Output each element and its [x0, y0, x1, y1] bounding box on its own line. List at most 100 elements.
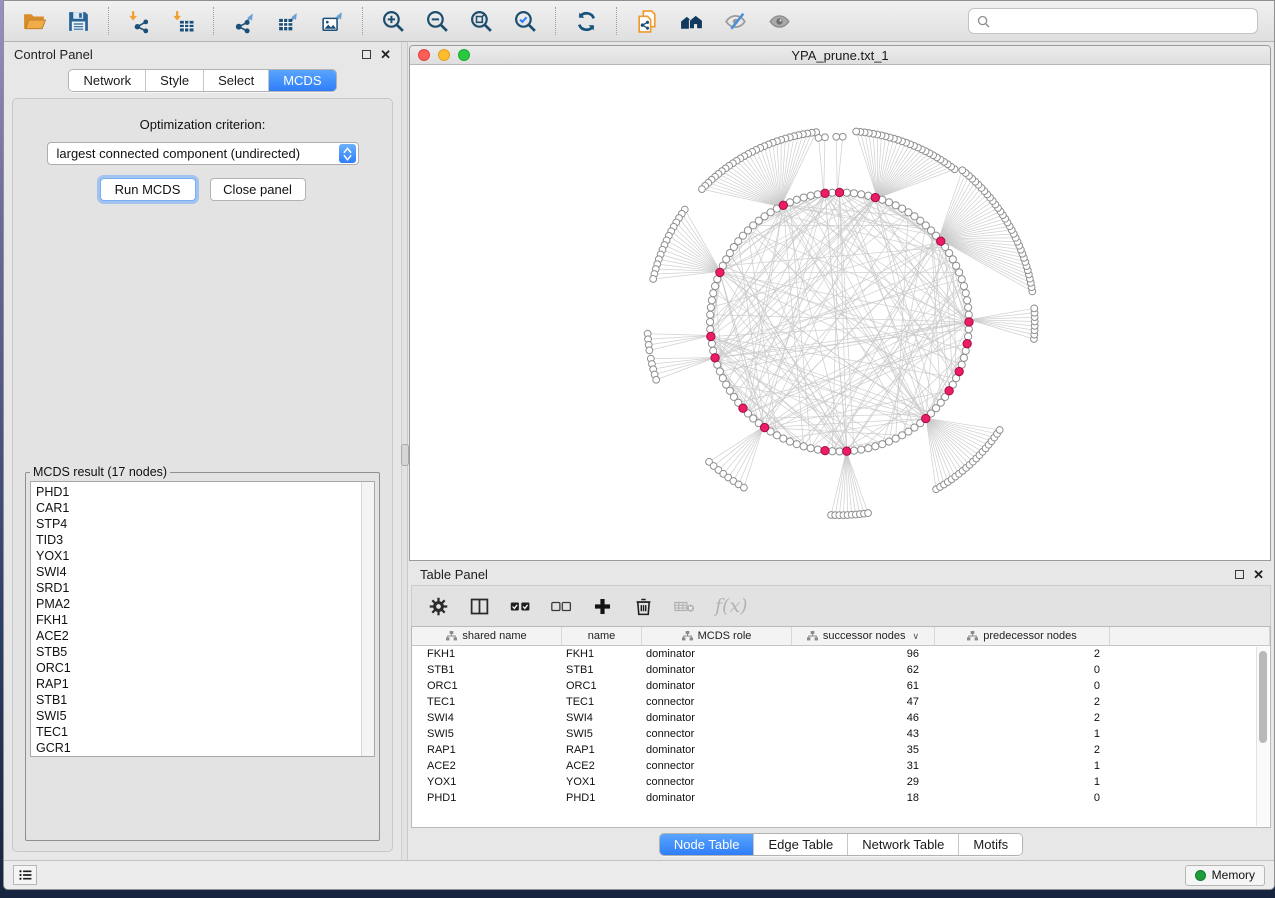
mcds-result-item[interactable]: YOX1 [36, 548, 374, 564]
table-cell: 2 [935, 648, 1110, 660]
refresh-icon [574, 9, 599, 34]
export-network-button[interactable] [224, 5, 264, 37]
open-session-button[interactable] [14, 5, 54, 37]
zoom-selected-button[interactable] [505, 5, 545, 37]
mcds-result-item[interactable]: SRD1 [36, 580, 374, 596]
network-canvas[interactable] [410, 65, 1270, 560]
network-window-titlebar[interactable]: YPA_prune.txt_1 [410, 46, 1270, 65]
float-panel-icon[interactable] [362, 50, 371, 59]
mcds-result-item[interactable]: STB1 [36, 692, 374, 708]
mcds-result-item[interactable]: SWI4 [36, 564, 374, 580]
function-builder-button[interactable]: f(x) [715, 595, 748, 617]
run-mcds-button[interactable]: Run MCDS [100, 178, 196, 201]
table-cell: 2 [935, 712, 1110, 724]
table-row[interactable]: FKH1FKH1dominator962 [412, 646, 1270, 662]
mcds-result-item[interactable]: STB5 [36, 644, 374, 660]
show-columns-button[interactable] [469, 596, 490, 617]
refresh-view-button[interactable] [566, 5, 606, 37]
table-settings-button[interactable] [428, 596, 449, 617]
network-view-window: YPA_prune.txt_1 [409, 45, 1271, 561]
tab-select[interactable]: Select [203, 70, 268, 91]
export-network-icon [232, 9, 257, 34]
table-row[interactable]: RAP1RAP1dominator352 [412, 742, 1270, 758]
mcds-list-scrollbar[interactable] [361, 482, 374, 756]
import-table-button[interactable] [163, 5, 203, 37]
mcds-result-item[interactable]: TEC1 [36, 724, 374, 740]
search-input[interactable] [996, 13, 1249, 29]
mcds-result-list[interactable]: PHD1CAR1STP4TID3YOX1SWI4SRD1PMA2FKH1ACE2… [30, 481, 375, 757]
unselect-all-columns-button[interactable] [551, 596, 572, 617]
mcds-result-item[interactable]: STP4 [36, 516, 374, 532]
control-panel-title: Control Panel [14, 47, 362, 62]
mcds-result-item[interactable]: PHD1 [36, 484, 374, 500]
table-cell: YOX1 [562, 776, 642, 788]
vertical-splitter[interactable] [401, 42, 408, 860]
show-all-button[interactable] [759, 5, 799, 37]
mcds-result-item[interactable]: RAP1 [36, 676, 374, 692]
table-scrollbar-thumb[interactable] [1259, 651, 1267, 743]
import-network-button[interactable] [119, 5, 159, 37]
mcds-result-item[interactable]: ACE2 [36, 628, 374, 644]
table-row[interactable]: YOX1YOX1connector291 [412, 774, 1270, 790]
mcds-result-item[interactable]: ORC1 [36, 660, 374, 676]
mcds-result-item[interactable]: PMA2 [36, 596, 374, 612]
close-table-panel-icon[interactable]: ✕ [1253, 570, 1264, 579]
tab-edge-table[interactable]: Edge Table [753, 834, 847, 855]
tab-node-table[interactable]: Node Table [660, 834, 754, 855]
select-all-columns-button[interactable] [510, 596, 531, 617]
table-cell: 43 [792, 728, 935, 740]
table-row[interactable]: SWI5SWI5connector431 [412, 726, 1270, 742]
hide-selected-button[interactable] [715, 5, 755, 37]
table-cell: 61 [792, 680, 935, 692]
table-row[interactable]: ACE2ACE2connector311 [412, 758, 1270, 774]
table-cell: 35 [792, 744, 935, 756]
table-row[interactable]: PHD1PHD1dominator180 [412, 790, 1270, 806]
share-network-button[interactable] [627, 5, 667, 37]
search-box[interactable] [968, 8, 1258, 34]
mcds-result-item[interactable]: SWI5 [36, 708, 374, 724]
column-header-successor-nodes[interactable]: successor nodes∨ [792, 627, 935, 645]
toolbar-separator [616, 7, 617, 35]
column-header-name[interactable]: name [562, 627, 642, 645]
column-header-shared-name[interactable]: shared name [412, 627, 562, 645]
open-folder-icon [22, 9, 47, 34]
export-table-button[interactable] [268, 5, 308, 37]
mcds-result-item[interactable]: FKH1 [36, 612, 374, 628]
mcds-result-item[interactable]: TID3 [36, 532, 374, 548]
delete-table-button[interactable] [674, 596, 695, 617]
mcds-result-item[interactable]: GCR1 [36, 740, 374, 756]
table-row[interactable]: ORC1ORC1dominator610 [412, 678, 1270, 694]
close-panel-button[interactable]: Close panel [210, 178, 306, 201]
table-cell: RAP1 [412, 744, 562, 756]
memory-status-icon [1195, 870, 1206, 881]
create-column-button[interactable] [592, 596, 613, 617]
tab-style[interactable]: Style [145, 70, 203, 91]
table-cell: 31 [792, 760, 935, 772]
mcds-result-item[interactable]: CAR1 [36, 500, 374, 516]
float-table-panel-icon[interactable] [1235, 570, 1244, 579]
delete-column-button[interactable] [633, 596, 654, 617]
table-cell: connector [642, 776, 792, 788]
tab-motifs[interactable]: Motifs [958, 834, 1022, 855]
zoom-fit-button[interactable] [461, 5, 501, 37]
tab-network-table[interactable]: Network Table [847, 834, 958, 855]
column-header-predecessor-nodes[interactable]: predecessor nodes [935, 627, 1110, 645]
export-image-button[interactable] [312, 5, 352, 37]
memory-button[interactable]: Memory [1185, 865, 1265, 886]
zoom-in-button[interactable] [373, 5, 413, 37]
splitter-grip[interactable] [401, 444, 409, 466]
save-session-button[interactable] [58, 5, 98, 37]
task-history-button[interactable] [13, 865, 37, 885]
tab-mcds[interactable]: MCDS [268, 70, 335, 91]
close-panel-icon[interactable]: ✕ [380, 50, 391, 59]
tab-network[interactable]: Network [69, 70, 145, 91]
table-cell: ACE2 [412, 760, 562, 772]
table-row[interactable]: STB1STB1dominator620 [412, 662, 1270, 678]
first-neighbors-button[interactable] [671, 5, 711, 37]
column-header-MCDS-role[interactable]: MCDS role [642, 627, 792, 645]
table-row[interactable]: TEC1TEC1connector472 [412, 694, 1270, 710]
zoom-out-button[interactable] [417, 5, 457, 37]
optimization-criterion-select[interactable]: largest connected component (undirected) [47, 142, 359, 165]
table-row[interactable]: SWI4SWI4dominator462 [412, 710, 1270, 726]
table-scrollbar[interactable] [1256, 647, 1269, 826]
